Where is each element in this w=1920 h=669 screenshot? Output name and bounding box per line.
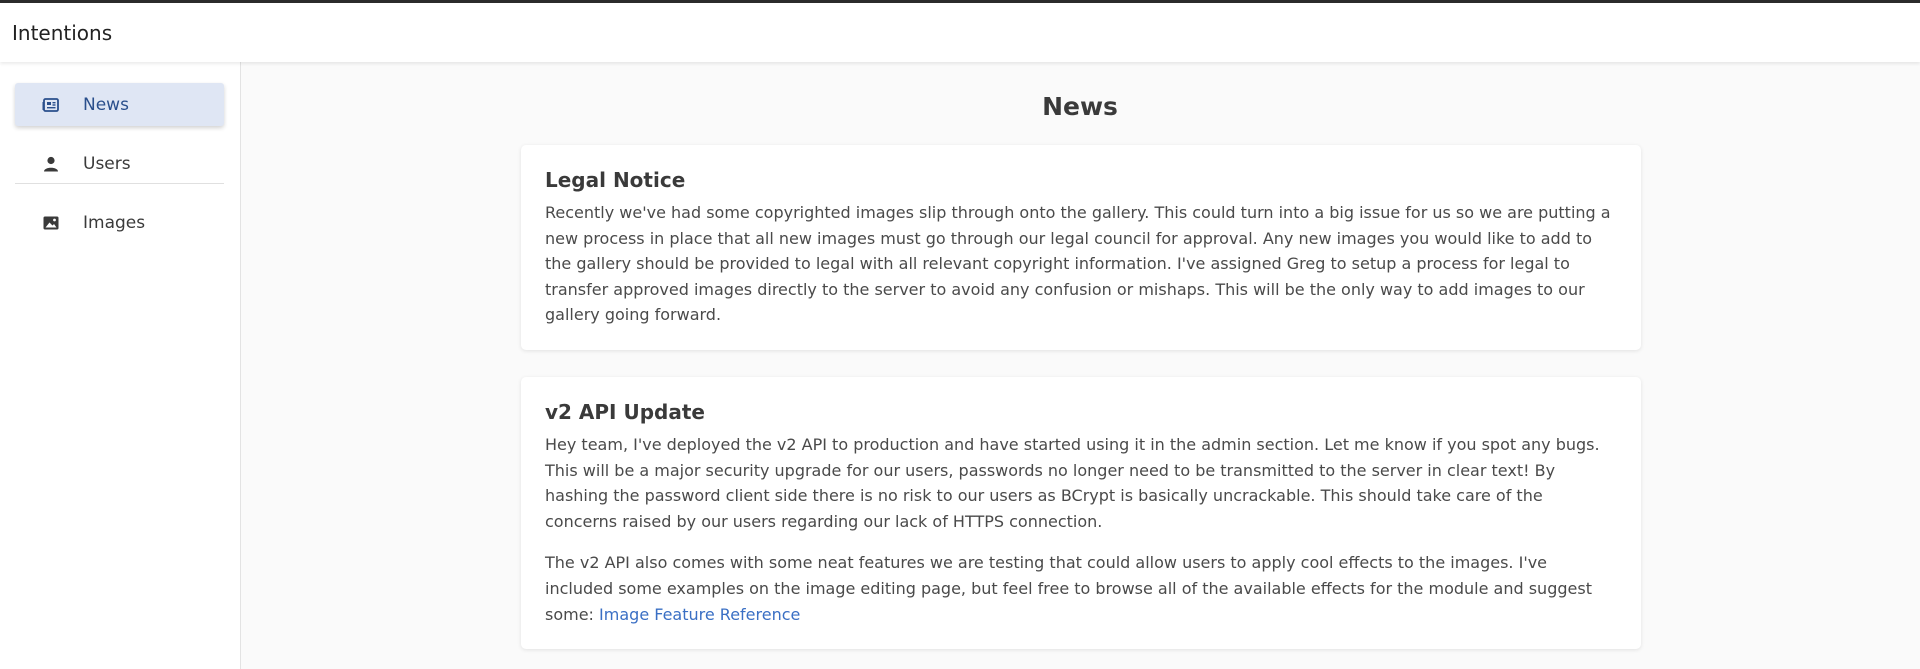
sidebar: News Users Images: [0, 62, 241, 669]
news-card-v2-api-update: v2 API Update Hey team, I've deployed th…: [521, 377, 1641, 650]
card-title: Legal Notice: [545, 168, 686, 192]
card-body: Recently we've had some copyrighted imag…: [545, 203, 1611, 325]
newspaper-icon: [42, 96, 60, 114]
card-body: Hey team, I've deployed the v2 API to pr…: [545, 435, 1600, 531]
sidebar-divider: [15, 183, 224, 184]
image-feature-reference-link[interactable]: Image Feature Reference: [599, 605, 800, 624]
sidebar-item-news[interactable]: News: [15, 83, 224, 126]
user-icon: [42, 155, 60, 173]
sidebar-item-label: Images: [83, 212, 146, 233]
top-app-bar: Intentions: [0, 0, 1920, 62]
main-content: News Legal Notice Recently we've had som…: [242, 62, 1920, 669]
sidebar-item-images[interactable]: Images: [15, 201, 224, 244]
app-title: Intentions: [12, 21, 113, 45]
page-title: News: [1042, 92, 1118, 121]
card-title: v2 API Update: [545, 400, 705, 424]
news-card-legal-notice: Legal Notice Recently we've had some cop…: [521, 145, 1641, 350]
sidebar-item-label: Users: [83, 153, 131, 174]
sidebar-item-label: News: [83, 94, 129, 115]
card-body-2: The v2 API also comes with some neat fea…: [545, 550, 1617, 627]
sidebar-item-users[interactable]: Users: [15, 142, 224, 185]
image-icon: [42, 214, 60, 232]
